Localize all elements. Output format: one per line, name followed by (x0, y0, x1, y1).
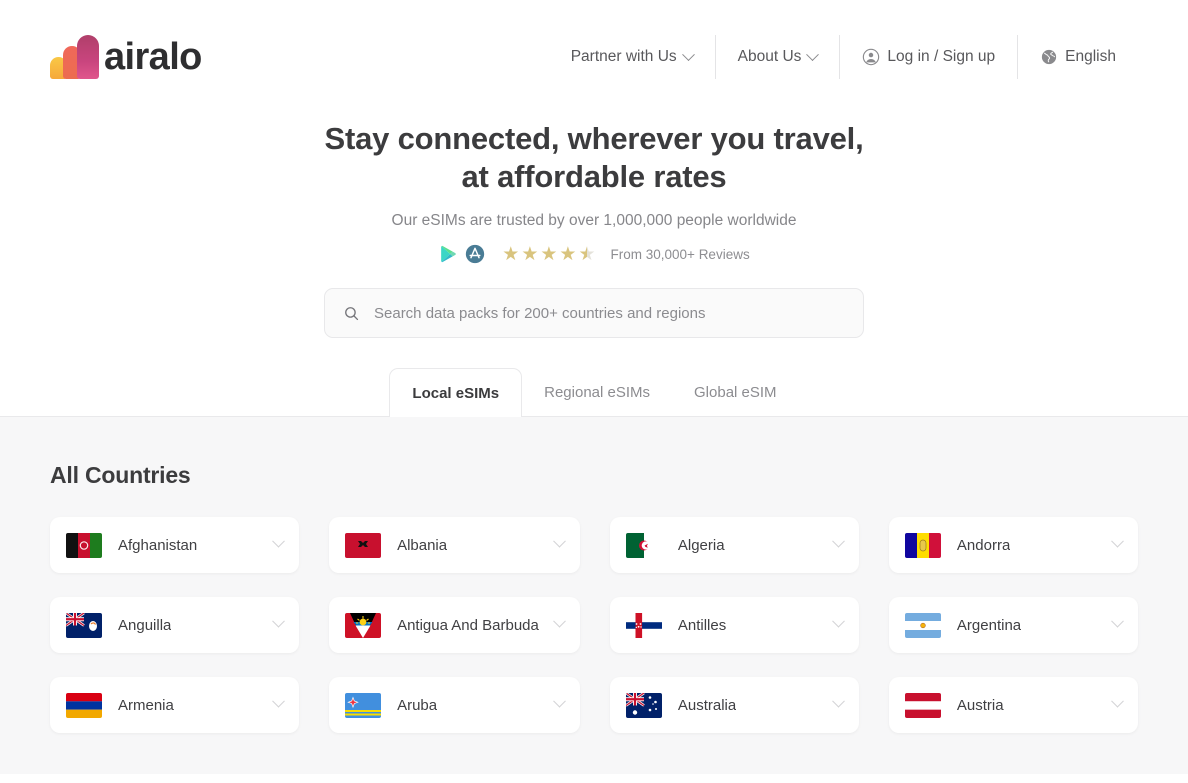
search-box[interactable] (324, 288, 864, 338)
country-name: Armenia (118, 696, 174, 714)
country-name: Anguilla (118, 616, 172, 634)
tab-global-esim[interactable]: Global eSIM (672, 368, 799, 416)
star-half-icon: ★ (578, 243, 596, 265)
nav-item-login-signup[interactable]: Log in / Sign up (840, 35, 1017, 79)
country-card[interactable]: Antilles (609, 597, 859, 653)
country-card[interactable]: Antigua And Barbuda (329, 597, 580, 653)
country-card[interactable]: Argentina (888, 597, 1138, 653)
chevron-down-icon[interactable] (272, 614, 285, 628)
nav-label-login: Log in / Sign up (887, 48, 996, 65)
store-badges (438, 244, 485, 264)
nav-item-partner-with-us[interactable]: Partner with Us (549, 35, 715, 79)
hero-section: Stay connected, wherever you travel, at … (0, 114, 1188, 264)
flag-icon-ar (904, 612, 941, 638)
chevron-down-icon[interactable] (832, 534, 845, 548)
tab-label-global: Global eSIM (694, 383, 777, 401)
flag-icon-af (66, 532, 102, 558)
logo-wordmark: airalo (104, 35, 202, 78)
country-name: Argentina (956, 616, 1022, 634)
countries-section: All Countries Afghanistan Albania Algeria A… (0, 417, 1188, 774)
chevron-down-icon[interactable] (272, 534, 285, 548)
app-store-icon[interactable] (465, 244, 485, 264)
logo-bar-pink (77, 35, 99, 79)
globe-icon (1040, 48, 1058, 66)
country-card[interactable]: Anguilla (50, 597, 300, 653)
tab-label-regional: Regional eSIMs (544, 383, 651, 401)
reviews-count-label: From 30,000+ Reviews (610, 246, 750, 262)
flag-icon-dz (625, 532, 662, 558)
tab-label-local: Local eSIMs (412, 384, 500, 402)
airalo-logo[interactable]: airalo (50, 35, 202, 79)
page-title: Stay connected, wherever you travel, at … (0, 120, 1188, 196)
country-card[interactable]: Armenia (50, 677, 300, 733)
chevron-down-icon[interactable] (1111, 534, 1124, 548)
country-name: Austria (956, 696, 1004, 714)
chevron-down-icon[interactable] (552, 694, 566, 708)
rating-row: ★ ★ ★ ★ ★ From 30,000+ Reviews (0, 244, 1188, 264)
country-card[interactable]: Australia (609, 677, 859, 733)
search-input[interactable] (374, 304, 845, 322)
country-grid: Afghanistan Albania Algeria Andorra Anguilla… (50, 517, 1138, 733)
hero-title-line-1: Stay connected, wherever you travel, (324, 121, 864, 156)
chevron-down-icon[interactable] (1111, 614, 1124, 628)
star-rating: ★ ★ ★ ★ ★ (502, 245, 595, 264)
site-header: airalo Partner with Us About Us Log in /… (0, 0, 1188, 114)
star-icon: ★ (559, 243, 577, 265)
flag-icon-am (66, 692, 102, 718)
star-icon: ★ (502, 243, 520, 265)
star-icon: ★ (521, 243, 539, 265)
tab-local-esims[interactable]: Local eSIMs (389, 368, 523, 417)
airalo-logo-mark (50, 35, 102, 79)
country-card[interactable]: Andorra (888, 517, 1138, 573)
hero-subtitle: Our eSIMs are trusted by over 1,000,000 … (391, 212, 797, 229)
chevron-down-icon[interactable] (832, 694, 845, 708)
chevron-down-icon[interactable] (1111, 694, 1124, 708)
user-circle-icon (862, 48, 880, 66)
chevron-down-icon[interactable] (552, 534, 566, 548)
country-name: Aruba (397, 696, 438, 714)
nav-label-about: About Us (737, 48, 802, 65)
chevron-down-icon[interactable] (272, 694, 285, 708)
hero-title-line-2: at affordable rates (461, 159, 727, 194)
star-icon: ★ (540, 243, 558, 265)
tab-regional-esims[interactable]: Regional eSIMs (522, 368, 672, 416)
flag-icon-at (904, 692, 941, 718)
country-name: Antigua And Barbuda (397, 616, 539, 634)
search-icon (343, 305, 360, 322)
esim-type-tabs: Local eSIMs Regional eSIMs Global eSIM (0, 364, 1188, 417)
flag-icon-al (345, 532, 382, 558)
flag-icon-ad (904, 532, 941, 558)
search-section (0, 288, 1188, 338)
country-card[interactable]: Algeria (609, 517, 859, 573)
nav-item-about-us[interactable]: About Us (716, 35, 840, 79)
main-navigation: Partner with Us About Us Log in / Sign u… (549, 35, 1138, 79)
country-name: Australia (677, 696, 737, 714)
country-name: Andorra (956, 536, 1011, 554)
country-name: Algeria (677, 536, 725, 554)
flag-icon-an (625, 612, 662, 638)
flag-icon-aw (345, 692, 382, 718)
countries-heading: All Countries (50, 462, 191, 488)
chevron-down-icon[interactable] (832, 614, 845, 628)
nav-label-language: English (1065, 48, 1116, 65)
flag-icon-ai (66, 612, 102, 638)
country-card[interactable]: Albania (329, 517, 580, 573)
country-card[interactable]: Afghanistan (50, 517, 300, 573)
country-card[interactable]: Austria (888, 677, 1138, 733)
country-card[interactable]: Aruba (329, 677, 580, 733)
country-name: Afghanistan (118, 536, 198, 554)
nav-item-language[interactable]: English (1018, 35, 1138, 79)
chevron-down-icon[interactable] (552, 614, 566, 628)
google-play-icon[interactable] (438, 244, 458, 264)
country-name: Antilles (677, 616, 727, 634)
flag-icon-ag (345, 612, 382, 638)
nav-label-partner: Partner with Us (570, 48, 677, 65)
chevron-down-icon (806, 47, 820, 61)
country-name: Albania (397, 536, 448, 554)
chevron-down-icon (681, 47, 695, 61)
flag-icon-au (625, 692, 662, 718)
